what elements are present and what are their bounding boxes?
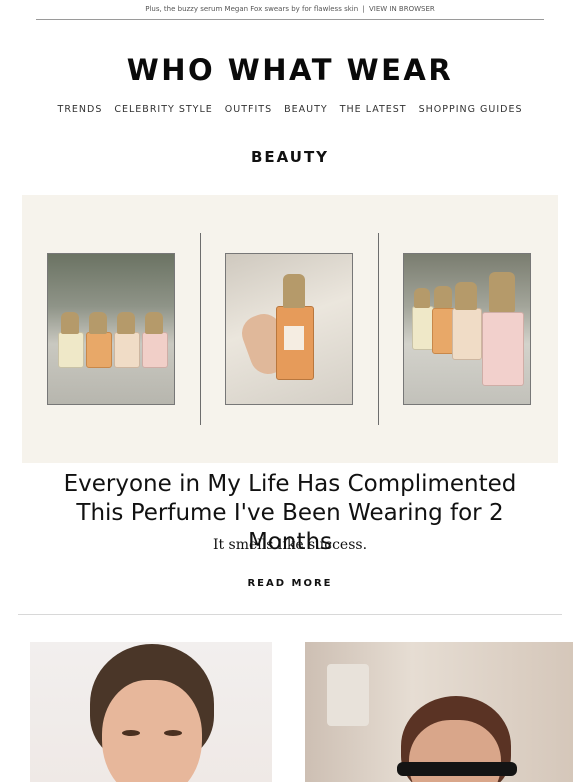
perfume-photo-1 [47, 253, 175, 405]
preheader-text: Plus, the buzzy serum Megan Fox swears b… [145, 5, 359, 13]
top-divider [36, 19, 544, 20]
nav-item-shopping-guides[interactable]: SHOPPING GUIDES [419, 104, 523, 115]
view-in-browser-link[interactable]: VIEW IN BROWSER [369, 5, 435, 13]
nav-item-trends[interactable]: TRENDS [58, 104, 103, 115]
section-title: BEAUTY [250, 148, 330, 166]
nav-item-celebrity-style[interactable]: CELEBRITY STYLE [114, 104, 212, 115]
nav-item-outfits[interactable]: OUTFITS [225, 104, 272, 115]
nav-item-beauty[interactable]: BEAUTY [284, 104, 328, 115]
divider-line [378, 233, 379, 425]
article-thumbnail-1[interactable] [30, 642, 272, 782]
divider-line [200, 233, 201, 425]
read-more-link[interactable]: READ MORE [0, 578, 580, 589]
article-dek: It smells like success. [212, 537, 368, 553]
brand-logo[interactable]: WHO WHAT WEAR [0, 53, 580, 87]
preheader-separator: | [362, 5, 365, 13]
nav-item-the-latest[interactable]: THE LATEST [340, 104, 407, 115]
hero-image[interactable] [22, 195, 558, 463]
preheader: Plus, the buzzy serum Megan Fox swears b… [0, 5, 580, 13]
perfume-photo-3 [403, 253, 531, 405]
main-nav: TRENDS CELEBRITY STYLE OUTFITS BEAUTY TH… [0, 104, 580, 115]
article-thumbnail-2[interactable] [305, 642, 573, 782]
perfume-photo-2 [225, 253, 353, 405]
section-divider [18, 614, 562, 615]
